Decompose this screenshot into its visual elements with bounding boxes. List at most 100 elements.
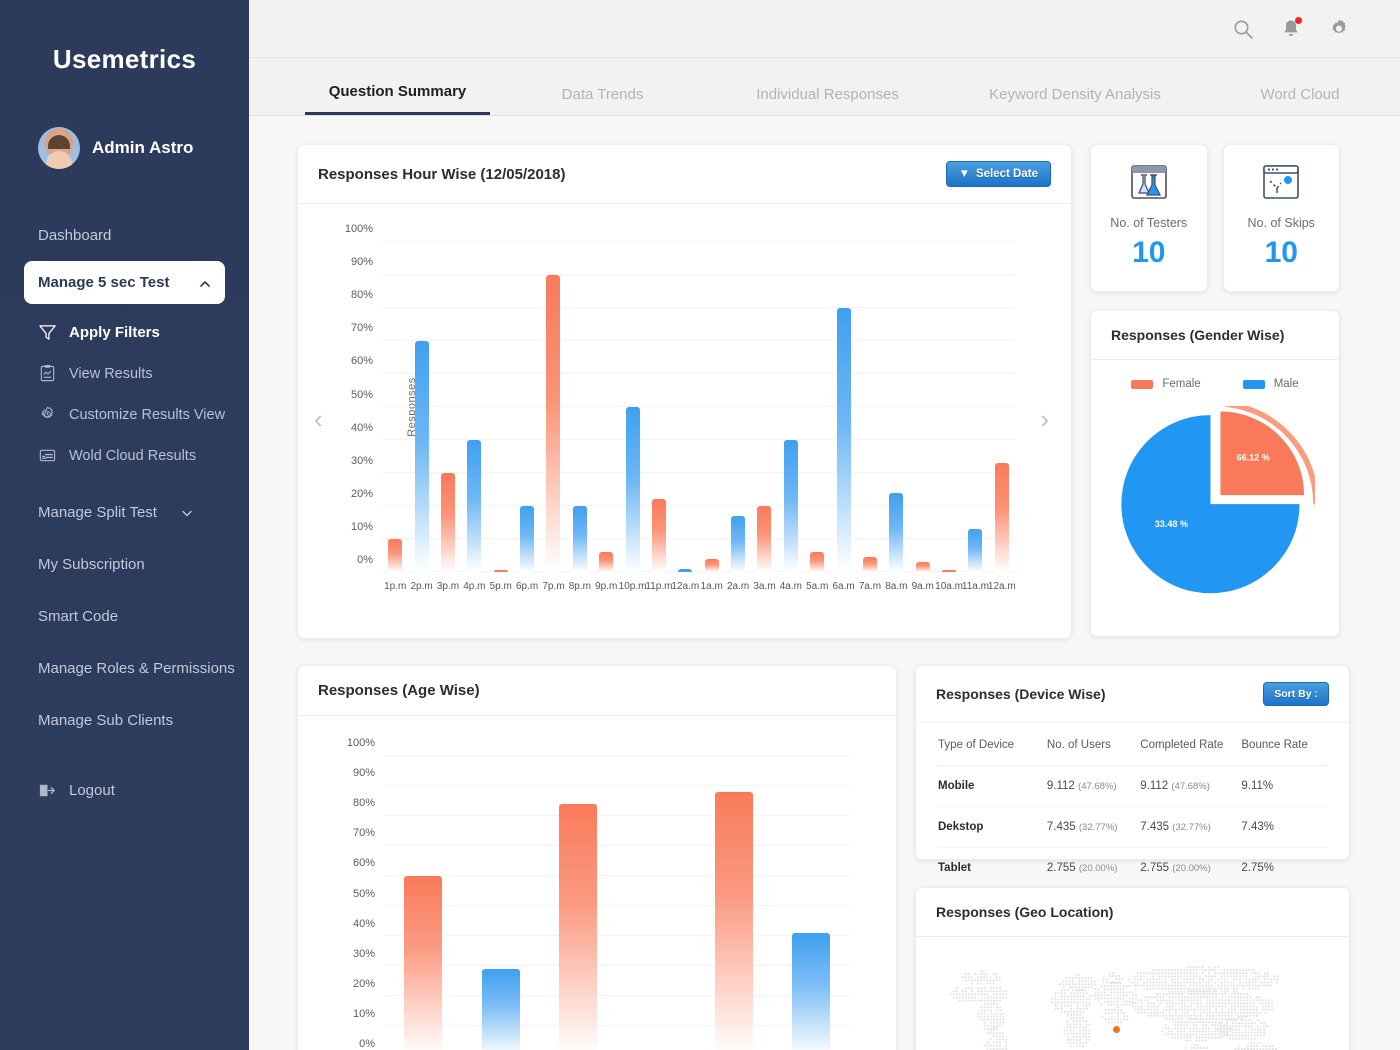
cell-bounce: 2.75% [1241, 848, 1327, 889]
bell-icon[interactable] [1280, 18, 1302, 40]
bar[interactable] [995, 463, 1009, 572]
bar[interactable] [441, 473, 455, 572]
bar[interactable] [678, 569, 692, 572]
cell-device: Mobile [938, 766, 1047, 807]
bar-slot: 7a.m [857, 242, 883, 572]
y-axis-tick: 40% [351, 422, 373, 434]
bar[interactable] [573, 506, 587, 572]
stat-value: 10 [1265, 236, 1298, 270]
sidebar-item-manage-roles-permissions[interactable]: Manage Roles & Permissions [0, 642, 249, 694]
bar[interactable] [837, 308, 851, 572]
y-axis-tick: 30% [353, 948, 375, 960]
bar[interactable] [792, 933, 830, 1050]
legend-item-female[interactable]: Female [1131, 378, 1200, 390]
sidebar-item-wold-cloud-results[interactable]: Wold Cloud Results [0, 435, 249, 476]
sidebar-item-my-subscription[interactable]: My Subscription [0, 538, 249, 590]
sort-by-button[interactable]: Sort By : [1263, 682, 1329, 706]
geo-map-svg[interactable] [916, 957, 1349, 1050]
geo-dot-map [916, 957, 1349, 1050]
legend-label: Female [1162, 378, 1200, 390]
user-profile[interactable]: Admin Astro [0, 75, 249, 169]
dashboard-row-top: Responses Hour Wise (12/05/2018) ▼ Selec… [297, 144, 1350, 639]
x-axis-tick: 2a.m [727, 581, 749, 592]
gear-icon[interactable] [1328, 18, 1350, 40]
carousel-prev-icon[interactable]: ‹ [314, 406, 323, 432]
bar-slot: 9p.m [593, 242, 619, 572]
table-row[interactable]: Mobile 9.112 (47.68%) 9.112 (47.68%) 9.11% [938, 766, 1327, 807]
bar-slot [772, 756, 850, 1050]
bar[interactable] [784, 440, 798, 572]
bar[interactable] [810, 552, 824, 572]
bar[interactable] [467, 440, 481, 572]
cell-completed: 2.755 (20.00%) [1140, 848, 1241, 889]
tab-question-summary[interactable]: Question Summary [305, 83, 490, 115]
sidebar-item-label: Manage Split Test [38, 504, 157, 521]
sidebar-item-apply-filters[interactable]: Apply Filters [0, 312, 249, 353]
cell-bounce: 9.11% [1241, 766, 1327, 807]
card-header: Responses (Device Wise) Sort By : [916, 666, 1349, 723]
tab-data-trends[interactable]: Data Trends [490, 86, 715, 115]
bar[interactable] [388, 539, 402, 572]
sidebar-item-manage-sub-clients[interactable]: Manage Sub Clients [0, 694, 249, 746]
bar[interactable] [546, 275, 560, 572]
bar[interactable] [863, 557, 877, 572]
bar[interactable] [482, 969, 520, 1050]
tab-word-cloud[interactable]: Word Cloud [1210, 86, 1390, 115]
card-header: Responses (Geo Location) [916, 888, 1349, 937]
sidebar-item-logout[interactable]: Logout [0, 764, 249, 816]
card-header: Responses Hour Wise (12/05/2018) ▼ Selec… [298, 145, 1071, 204]
y-axis-tick: 10% [353, 1008, 375, 1020]
bar[interactable] [715, 792, 753, 1050]
bar[interactable] [652, 499, 666, 572]
y-axis-tick: 40% [353, 918, 375, 930]
x-axis-tick: 8a.m [885, 581, 907, 592]
select-date-button[interactable]: ▼ Select Date [946, 161, 1051, 187]
bar[interactable] [916, 562, 930, 572]
bar[interactable] [705, 559, 719, 572]
bar[interactable] [559, 804, 597, 1050]
bar[interactable] [968, 529, 982, 572]
stat-label: No. of Skips [1248, 216, 1315, 230]
column-header: Type of Device [938, 723, 1047, 766]
sidebar-item-label: Logout [69, 782, 115, 799]
y-axis-tick: 20% [353, 978, 375, 990]
sidebar-item-view-results[interactable]: View Results [0, 353, 249, 394]
search-icon[interactable] [1232, 18, 1254, 40]
bar[interactable] [494, 570, 508, 572]
table-row[interactable]: Dekstop 7.435 (32.77%) 7.435 (32.77%) 7.43% [938, 807, 1327, 848]
sidebar-item-customize-results-view[interactable]: Customize Results View [0, 394, 249, 435]
bar[interactable] [626, 407, 640, 572]
caret-down-icon: ▼ [959, 168, 970, 180]
sidebar-item-smart-code[interactable]: Smart Code [0, 590, 249, 642]
bar[interactable] [415, 341, 429, 572]
sidebar-item-manage-5-sec-test[interactable]: Manage 5 sec Test [24, 261, 225, 304]
bar[interactable] [520, 506, 534, 572]
bar[interactable] [731, 516, 745, 572]
sidebar-item-manage-split-test[interactable]: Manage Split Test [0, 486, 249, 538]
bar-slot: 1a.m [699, 242, 725, 572]
geo-marker-dot[interactable] [1113, 1026, 1120, 1033]
bar[interactable] [599, 552, 613, 572]
sidebar-item-label: My Subscription [38, 556, 145, 573]
user-name: Admin Astro [92, 138, 193, 158]
bar[interactable] [404, 876, 442, 1050]
notification-badge [1295, 17, 1302, 24]
cell-users-pct: (47.68%) [1078, 781, 1117, 792]
bar-slot: 7p.m [540, 242, 566, 572]
card-title: Responses (Geo Location) [936, 904, 1113, 920]
cell-device: Tablet [938, 848, 1047, 889]
sidebar-item-dashboard[interactable]: Dashboard [0, 209, 249, 261]
legend-item-male[interactable]: Male [1243, 378, 1299, 390]
tab-individual-responses[interactable]: Individual Responses [715, 86, 940, 115]
table-row[interactable]: Tablet 2.755 (20.00%) 2.755 (20.00%) 2.75% [938, 848, 1327, 889]
bar[interactable] [757, 506, 771, 572]
bar-slot: 10p.m [619, 242, 645, 572]
tab-keyword-density-analysis[interactable]: Keyword Density Analysis [940, 86, 1210, 115]
y-axis-tick: 100% [347, 737, 375, 749]
bar[interactable] [942, 570, 956, 572]
carousel-next-icon[interactable]: › [1040, 406, 1049, 432]
brand-logo: Usemetrics [0, 0, 249, 75]
bar-slot: 5a.m [804, 242, 830, 572]
bar[interactable] [889, 493, 903, 572]
dashboard-content: Responses Hour Wise (12/05/2018) ▼ Selec… [249, 116, 1400, 1050]
